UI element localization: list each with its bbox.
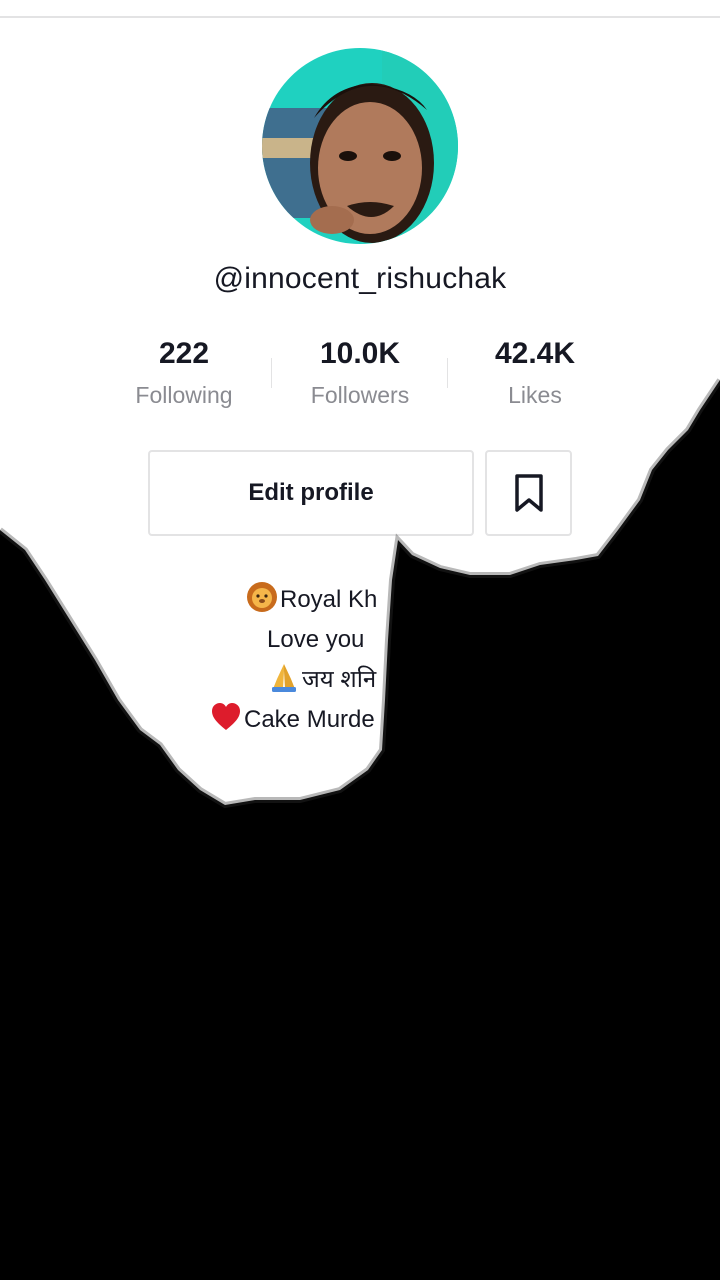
likes-label: Likes [508, 382, 562, 408]
lion-face-icon [247, 582, 277, 612]
favorites-button[interactable] [485, 450, 572, 536]
avatar-photo [262, 48, 458, 244]
bio-line: जय शनि [268, 660, 376, 700]
bio-line: Cake Murde [210, 700, 375, 740]
likes-count: 42.4K [494, 337, 576, 370]
bio-line: Love you [267, 620, 364, 660]
bio-text-3: जय शनि [302, 666, 377, 693]
stat-likes[interactable]: 42.4K Likes [435, 330, 635, 412]
profile-stats: 222 Following 10.0K Followers 42.4K Like… [0, 330, 720, 420]
bio-text-2: Love you [267, 626, 365, 653]
bio-line: Royal Kh [246, 580, 377, 620]
bio-text-4: Cake Murde [244, 706, 375, 733]
stat-followers[interactable]: 10.0K Followers [260, 330, 460, 412]
edit-profile-button[interactable]: Edit profile [148, 450, 474, 536]
following-label: Following [135, 382, 233, 408]
bookmark-icon [514, 474, 543, 512]
avatar[interactable] [262, 48, 458, 244]
username: @innocent_rishuchak [213, 262, 507, 295]
following-count: 222 [158, 337, 210, 370]
folded-hands-icon [272, 664, 296, 692]
top-divider [0, 16, 720, 18]
edit-profile-label: Edit profile [248, 479, 374, 506]
stat-following[interactable]: 222 Following [84, 330, 284, 412]
followers-label: Followers [310, 382, 410, 408]
followers-count: 10.0K [319, 337, 401, 370]
bio-text-1: Royal Kh [280, 586, 378, 613]
red-heart-icon [212, 703, 240, 730]
